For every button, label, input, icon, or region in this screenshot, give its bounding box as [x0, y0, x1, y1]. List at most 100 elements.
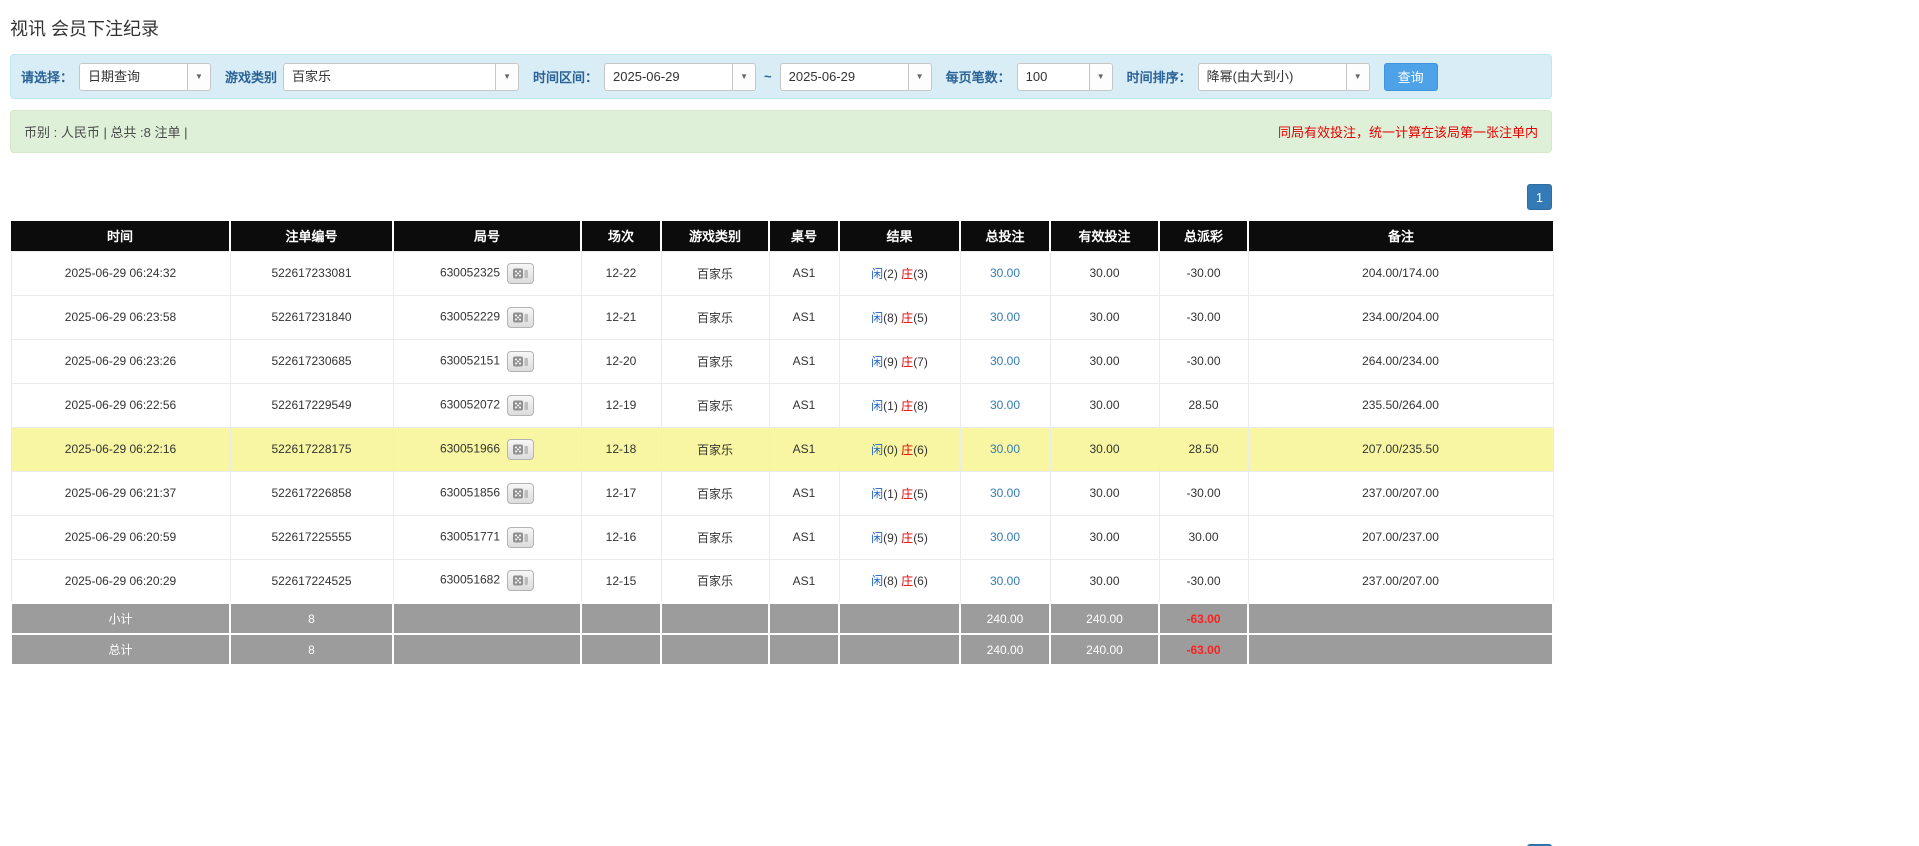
table-footer-row: 小计 8 240.00 240.00 -63.00	[10, 602, 1554, 635]
cell-time: 2025-06-29 06:22:16	[10, 426, 231, 472]
total-bet-link[interactable]: 30.00	[990, 354, 1020, 368]
query-type-select[interactable]: 日期查询 ▼	[79, 62, 212, 91]
result-player-score: (8)	[883, 574, 898, 589]
total-bet-link[interactable]: 30.00	[990, 486, 1020, 500]
result-player-label: 闲	[871, 310, 884, 325]
result-player-score: (2)	[883, 266, 898, 281]
result-player-score: (1)	[883, 398, 898, 413]
game-detail-icon-button[interactable]	[507, 306, 535, 328]
time-sort-select[interactable]: 降幂(由大到小) ▼	[1197, 62, 1370, 91]
cell-session: 12-17	[580, 470, 662, 516]
cell-round: 630052325	[392, 250, 582, 296]
chevron-down-icon[interactable]: ▼	[187, 63, 211, 90]
cell-total-bet: 30.00	[959, 426, 1051, 472]
result-banker-label: 庄	[901, 442, 914, 457]
cell-round: 630052151	[392, 338, 582, 384]
table-row: 2025-06-29 06:21:37 522617226858 630051856…	[10, 470, 1554, 516]
table-row: 2025-06-29 06:24:32 522617233081 630052325…	[10, 250, 1554, 296]
game-detail-icon-button[interactable]	[507, 438, 535, 460]
table-header-row: 时间 注单编号 局号 场次 游戏类别 桌号 结果 总投注 有效投注 总派彩 备注	[11, 221, 1553, 251]
result-banker-label: 庄	[901, 574, 914, 589]
round-number: 630051682	[439, 572, 501, 587]
cell-table: AS1	[768, 426, 840, 472]
summary-currency-count: 币别 : 人民币 | 总共 :8 注单 |	[24, 125, 188, 140]
result-player-label: 闲	[871, 354, 884, 369]
game-type-select[interactable]: 百家乐 ▼	[283, 62, 520, 91]
cell-bet-id: 522617229549	[229, 382, 394, 428]
footer-total-bet: 240.00	[959, 633, 1051, 666]
dice-icon	[513, 575, 529, 586]
col-round: 局号	[392, 221, 581, 251]
cell-total-bet: 30.00	[959, 382, 1051, 428]
footer-empty-cell	[392, 602, 582, 635]
game-detail-icon-button[interactable]	[507, 350, 535, 372]
footer-valid-bet: 240.00	[1049, 602, 1160, 635]
cell-valid-bet: 30.00	[1049, 558, 1160, 604]
result-player-label: 闲	[871, 398, 884, 413]
cell-total-bet: 30.00	[959, 558, 1051, 604]
cell-result: 闲(1) 庄(8)	[838, 382, 961, 428]
result-player-score: (9)	[883, 354, 898, 369]
total-bet-link[interactable]: 30.00	[990, 574, 1020, 588]
table-row: 2025-06-29 06:20:29 522617224525 630051682…	[10, 558, 1554, 604]
cell-payout: -30.00	[1158, 338, 1249, 384]
game-detail-icon-button[interactable]	[507, 394, 535, 416]
total-bet-link[interactable]: 30.00	[990, 530, 1020, 544]
cell-valid-bet: 30.00	[1049, 514, 1160, 560]
page-viewport: 视讯 会员下注纪录 请选择： 日期查询 ▼ 游戏类别 百家乐 ▼ 时间区间： 2…	[0, 0, 1919, 846]
game-detail-icon-button[interactable]	[507, 570, 535, 592]
footer-empty-cell	[392, 633, 582, 666]
chevron-down-icon[interactable]: ▼	[1088, 63, 1112, 90]
result-banker-score: (7)	[913, 354, 928, 369]
summary-bar: 币别 : 人民币 | 总共 :8 注单 | 同局有效投注，统一计算在该局第一张注…	[10, 110, 1552, 153]
game-detail-icon-button[interactable]	[507, 526, 535, 548]
cell-table: AS1	[768, 382, 840, 428]
dice-icon	[513, 400, 529, 410]
cell-valid-bet: 30.00	[1049, 426, 1160, 472]
round-number: 630052325	[439, 265, 501, 280]
cell-result: 闲(9) 庄(7)	[838, 338, 961, 384]
page-size-select[interactable]: 100 ▼	[1016, 62, 1113, 91]
cell-valid-bet: 30.00	[1049, 294, 1160, 340]
cell-bet-id: 522617225555	[229, 514, 394, 560]
page-button-1[interactable]: 1	[1527, 184, 1552, 210]
chevron-down-icon[interactable]: ▼	[907, 63, 931, 90]
col-time: 时间	[11, 221, 230, 251]
total-bet-link[interactable]: 30.00	[990, 398, 1020, 412]
date-to-select[interactable]: 2025-06-29 ▼	[779, 62, 932, 91]
date-range-label: 时间区间：	[533, 70, 599, 85]
footer-empty-cell	[1247, 602, 1554, 635]
cell-round: 630051856	[392, 470, 582, 516]
chevron-down-icon[interactable]: ▼	[1345, 63, 1369, 90]
query-button[interactable]: 查询	[1383, 62, 1438, 91]
footer-empty-cell	[838, 633, 961, 666]
result-banker-score: (5)	[913, 530, 928, 545]
game-type-value: 百家乐	[292, 68, 332, 84]
chevron-down-icon[interactable]: ▼	[495, 63, 519, 90]
col-remark: 备注	[1247, 221, 1553, 251]
game-detail-icon-button[interactable]	[507, 482, 535, 504]
cell-round: 630051771	[392, 514, 582, 560]
cell-time: 2025-06-29 06:24:32	[10, 250, 231, 296]
total-bet-link[interactable]: 30.00	[990, 266, 1020, 280]
chevron-down-icon[interactable]: ▼	[732, 63, 756, 90]
footer-empty-cell	[1247, 633, 1554, 666]
result-banker-score: (5)	[913, 310, 928, 325]
total-bet-link[interactable]: 30.00	[990, 310, 1020, 324]
dice-icon	[513, 488, 529, 498]
table-row: 2025-06-29 06:20:59 522617225555 630051771…	[10, 514, 1554, 560]
total-bet-link[interactable]: 30.00	[990, 442, 1020, 456]
cell-session: 12-20	[580, 338, 662, 384]
footer-payout: -63.00	[1158, 602, 1249, 635]
result-banker-label: 庄	[901, 486, 914, 501]
date-from-select[interactable]: 2025-06-29 ▼	[604, 62, 757, 91]
cell-game-type: 百家乐	[660, 250, 770, 296]
bottom-spacer	[10, 666, 1552, 844]
game-detail-icon-button[interactable]	[507, 262, 535, 284]
cell-valid-bet: 30.00	[1049, 338, 1160, 384]
cell-bet-id: 522617231840	[229, 294, 394, 340]
cell-result: 闲(8) 庄(5)	[838, 294, 961, 340]
cell-remark: 237.00/207.00	[1247, 470, 1554, 516]
result-banker-label: 庄	[901, 310, 914, 325]
result-player-score: (0)	[883, 442, 898, 457]
